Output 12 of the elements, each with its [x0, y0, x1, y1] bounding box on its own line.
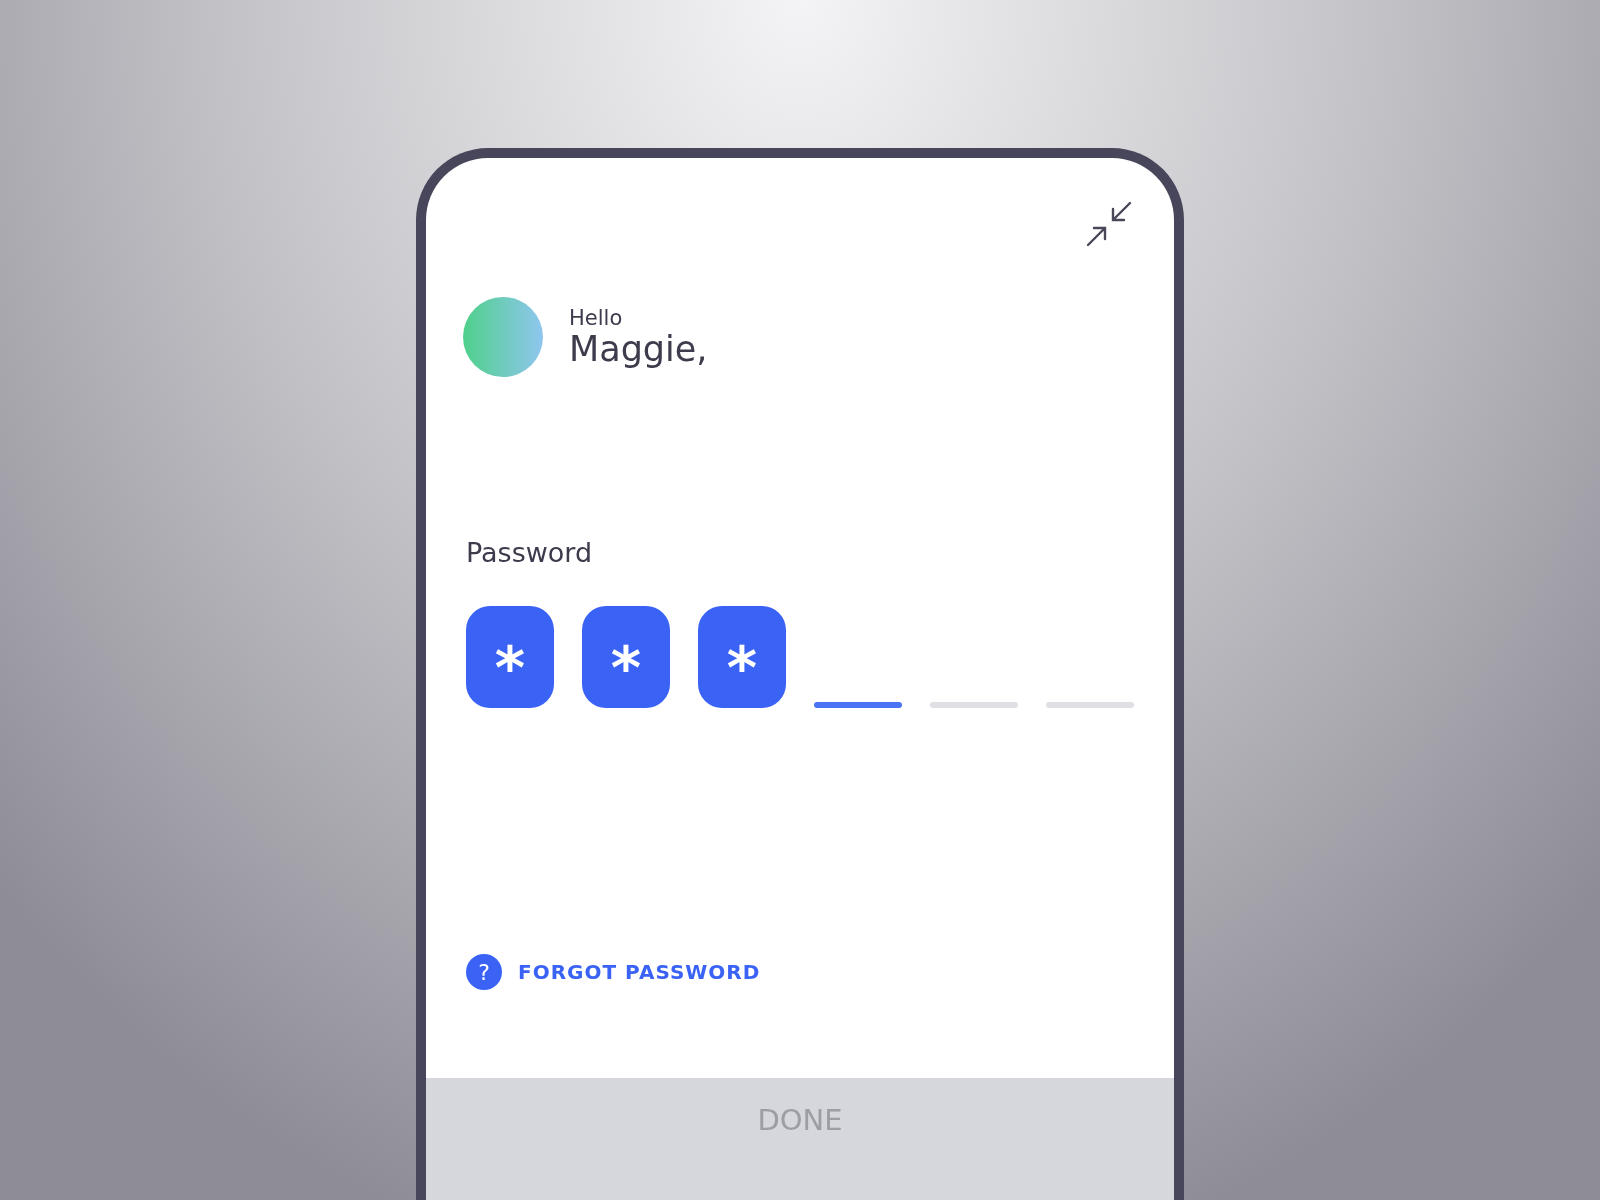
- pin-digit[interactable]: *: [698, 606, 786, 708]
- pin-digit[interactable]: *: [466, 606, 554, 708]
- pin-underline[interactable]: [930, 702, 1018, 708]
- pin-underline[interactable]: [1046, 702, 1134, 708]
- user-name: Maggie,: [569, 329, 708, 369]
- help-icon: ?: [466, 954, 502, 990]
- password-label: Password: [466, 537, 594, 568]
- forgot-password-link[interactable]: FORGOT PASSWORD: [518, 960, 761, 984]
- collapse-icon[interactable]: [1086, 201, 1132, 247]
- pin-digit[interactable]: *: [582, 606, 670, 708]
- pin-underline[interactable]: [814, 702, 902, 708]
- greeting: Hello: [569, 305, 624, 330]
